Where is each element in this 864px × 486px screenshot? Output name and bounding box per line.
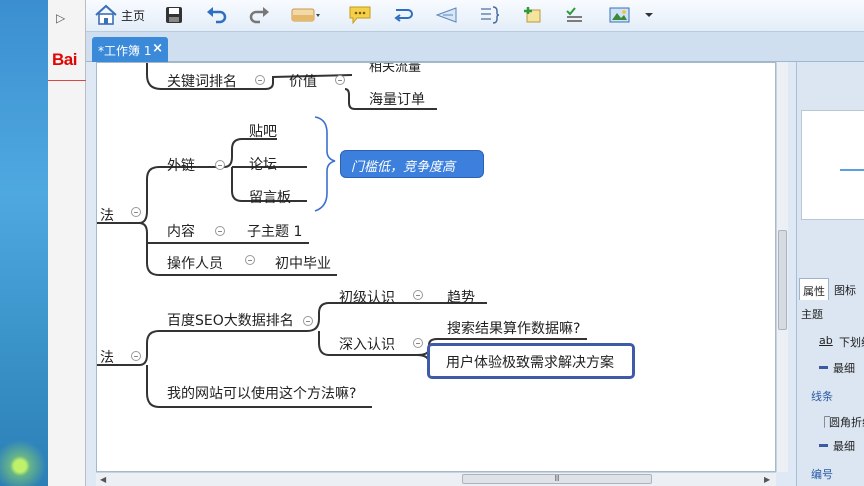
expand-icon[interactable]: ▷ [56,11,65,25]
topic-node[interactable]: 内容 [167,221,195,241]
line-weight-option[interactable]: 最细 [833,438,855,454]
marker-icon [522,5,544,25]
document-tab-bar: *工作簿 1 × [86,32,864,62]
topic-label: 用户体验极致需求解决方案 [446,355,614,371]
relationship-button[interactable] [392,3,416,27]
scrollbar-thumb[interactable] [778,230,787,330]
undo-icon [206,5,228,25]
line-style-option[interactable]: 圆角折线 [829,414,864,430]
relationship-icon [392,5,416,25]
topic-node[interactable]: 操作人员 [167,253,223,273]
topic-node[interactable]: 留言板 [249,187,291,207]
weight-swatch-icon [819,366,828,369]
callout-icon [348,5,372,25]
topic-node[interactable]: 搜索结果算作数据嘛? [447,318,580,338]
undo-button[interactable] [206,3,228,27]
line-weight-swatch-icon [819,444,828,447]
collapse-toggle[interactable] [215,160,225,170]
tab-workbook-1[interactable]: *工作簿 1 × [92,37,168,62]
topic-node[interactable]: 相关流量 [369,63,421,75]
callout-box[interactable]: 门槛低，竞争度高 [340,150,484,178]
tab-icons[interactable]: 图标 [831,278,864,300]
scroll-left-icon[interactable]: ◀ [100,475,106,484]
collapse-toggle[interactable] [335,75,345,85]
scrollbar-thumb[interactable]: Ⅲ [462,474,652,484]
redo-icon [248,5,270,25]
save-button[interactable] [164,3,184,27]
collapse-toggle[interactable] [413,290,423,300]
baidu-logo: Bai [52,50,77,69]
summary-button[interactable] [478,3,500,27]
collapse-toggle[interactable] [215,226,225,236]
vertical-scrollbar[interactable] [776,62,788,472]
grip-icon: Ⅲ [554,474,560,483]
topic-node[interactable]: 深入认识 [339,334,395,354]
insert-image-button[interactable] [608,3,632,27]
task-button[interactable] [564,3,586,27]
mindmap-canvas[interactable]: 相关流量 关键词排名 价值 海量订单 法 外链 贴吧 论坛 留言板 门槛低，竞争… [96,62,776,472]
scroll-right-icon[interactable]: ▶ [764,475,770,484]
topic-node[interactable]: 初级认识 [339,287,395,307]
panel-tabs: 属性 图标 [799,278,864,300]
collapse-toggle[interactable] [131,207,141,217]
horizontal-scrollbar[interactable]: ◀ Ⅲ ▶ [96,472,776,486]
desktop-background [0,0,48,486]
topic-node[interactable]: 趋势 [447,287,475,307]
collapse-toggle[interactable] [303,316,313,326]
topic-node[interactable]: 论坛 [249,154,277,174]
image-icon [608,5,632,25]
close-icon[interactable]: × [152,41,163,56]
home-label: 主页 [121,8,146,23]
home-icon [94,4,118,26]
image-dropdown-button[interactable] [644,3,654,27]
boundary-button[interactable] [434,3,460,27]
collapse-toggle[interactable] [245,255,255,265]
redo-button[interactable] [248,3,270,27]
underline-option[interactable]: 下划线 [839,334,864,350]
topic-icon [290,5,322,25]
home-button[interactable]: 主页 [94,3,145,27]
save-icon [164,5,184,25]
underline-style-icon[interactable]: ab [819,334,833,347]
tab-properties[interactable]: 属性 [799,278,829,300]
tab-label: *工作簿 1 [98,44,152,58]
topic-node[interactable]: 百度SEO大数据排名 [167,310,294,330]
topic-node[interactable]: 贴吧 [249,121,277,141]
weight-option[interactable]: 最细 [833,360,855,376]
browser-window-edge: ▷ Bai [48,0,86,486]
chevron-down-icon [644,5,654,25]
main-toolbar: 主页 [86,0,864,32]
section-numbering: 编号 [811,468,833,481]
topic-node[interactable]: 价值 [289,71,317,91]
topic-node[interactable]: 外链 [167,155,195,175]
browser-divider [48,80,86,81]
summary-icon [478,5,500,25]
topic-node[interactable]: 初中毕业 [275,253,331,273]
section-topic: 主题 [801,308,823,321]
preview-line [840,169,864,171]
topic-node[interactable]: 海量订单 [369,89,425,109]
marker-button[interactable] [522,3,544,27]
collapse-toggle[interactable] [131,351,141,361]
topic-node[interactable]: 关键词排名 [167,71,237,91]
task-icon [564,5,586,25]
topic-node[interactable]: 法 [100,347,114,367]
topic-node[interactable]: 法 [100,205,114,225]
topic-node[interactable]: 我的网站可以使用这个方法嘛? [167,383,356,403]
mindmap-app-window: 主页 *工作簿 1 × 相关流量 关键词排名 价值 海量订单 法 外链 贴吧 论… [86,0,864,486]
properties-panel: 属性 图标 主题 ab 下划线 最细 线条 ⎾ 圆角折线 最细 编号 [796,62,864,486]
collapse-toggle[interactable] [413,338,423,348]
desktop-glow-decoration [0,426,48,486]
boundary-icon [434,5,460,25]
section-lines: 线条 [811,390,833,403]
overview-preview[interactable] [801,110,864,220]
callout-button[interactable] [348,3,372,27]
insert-topic-button[interactable] [290,3,322,27]
selected-topic-node[interactable]: 用户体验极致需求解决方案 [427,343,635,379]
topic-node[interactable]: 子主题 1 [247,221,302,241]
collapse-toggle[interactable] [255,75,265,85]
